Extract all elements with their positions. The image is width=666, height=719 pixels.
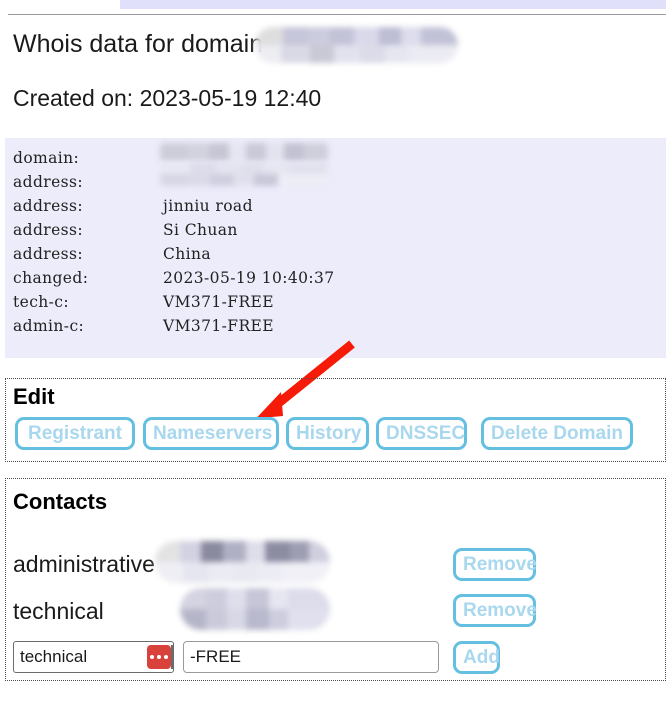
- whois-key: address:: [13, 221, 83, 239]
- whois-line: address: Si Chuan: [13, 218, 666, 242]
- whois-key: address:: [13, 245, 83, 263]
- whois-line: changed: 2023-05-19 10:40:37: [13, 266, 666, 290]
- redacted-whois-domain: [160, 143, 328, 161]
- contact-row-label-technical: technical: [13, 598, 104, 624]
- whois-line: admin-c: VM371-FREE: [13, 314, 666, 338]
- contacts-section-title: Contacts: [13, 489, 108, 514]
- contact-handle-input[interactable]: [183, 641, 439, 673]
- ellipsis-icon[interactable]: [147, 645, 171, 669]
- created-on-text: Created on: 2023-05-19 12:40: [13, 85, 322, 111]
- whois-value: jinniu road: [163, 197, 253, 215]
- whois-line: domain:: [13, 146, 666, 170]
- whois-key: domain:: [13, 149, 80, 167]
- whois-value: VM371-FREE: [163, 317, 274, 335]
- page-title: Whois data for domain: [13, 30, 264, 58]
- remove-administrative-button[interactable]: Remove: [453, 548, 537, 581]
- whois-line: address: China: [13, 242, 666, 266]
- redacted-administrative-contact: [155, 541, 330, 583]
- redacted-domain-name: [255, 27, 458, 63]
- contact-type-select-value: technical: [20, 647, 88, 666]
- whois-key: address:: [13, 173, 83, 191]
- redacted-whois-address: [160, 162, 328, 186]
- nameservers-button[interactable]: Nameservers: [143, 417, 279, 450]
- whois-value: 2023-05-19 10:40:37: [163, 269, 335, 287]
- contact-type-select[interactable]: technical: [13, 641, 174, 673]
- registrant-button[interactable]: Registrant: [15, 417, 135, 450]
- whois-value: China: [163, 245, 212, 263]
- whois-line: tech-c: VM371-FREE: [13, 290, 666, 314]
- select-caret-icon: [171, 645, 173, 669]
- add-contact-button[interactable]: Add: [453, 641, 500, 674]
- contact-row-label-administrative: administrative: [13, 551, 155, 577]
- whois-line: address: jinniu road: [13, 194, 666, 218]
- whois-key: address:: [13, 197, 83, 215]
- page-top-strip: [120, 0, 666, 9]
- edit-section-title: Edit: [13, 384, 55, 409]
- whois-data-block: domain: address: address: jinniu road add…: [5, 138, 666, 358]
- whois-line: address:: [13, 170, 666, 194]
- whois-value: VM371-FREE: [163, 293, 274, 311]
- remove-technical-button[interactable]: Remove: [453, 594, 537, 627]
- whois-value: Si Chuan: [163, 221, 238, 239]
- whois-key: tech-c:: [13, 293, 70, 311]
- whois-key: changed:: [13, 269, 89, 287]
- whois-key: admin-c:: [13, 317, 85, 335]
- dnssec-button[interactable]: DNSSEC: [376, 417, 467, 450]
- delete-domain-button[interactable]: Delete Domain: [481, 417, 633, 450]
- redacted-technical-contact: [180, 588, 330, 630]
- history-button[interactable]: History: [286, 417, 369, 450]
- header-divider: [8, 14, 666, 15]
